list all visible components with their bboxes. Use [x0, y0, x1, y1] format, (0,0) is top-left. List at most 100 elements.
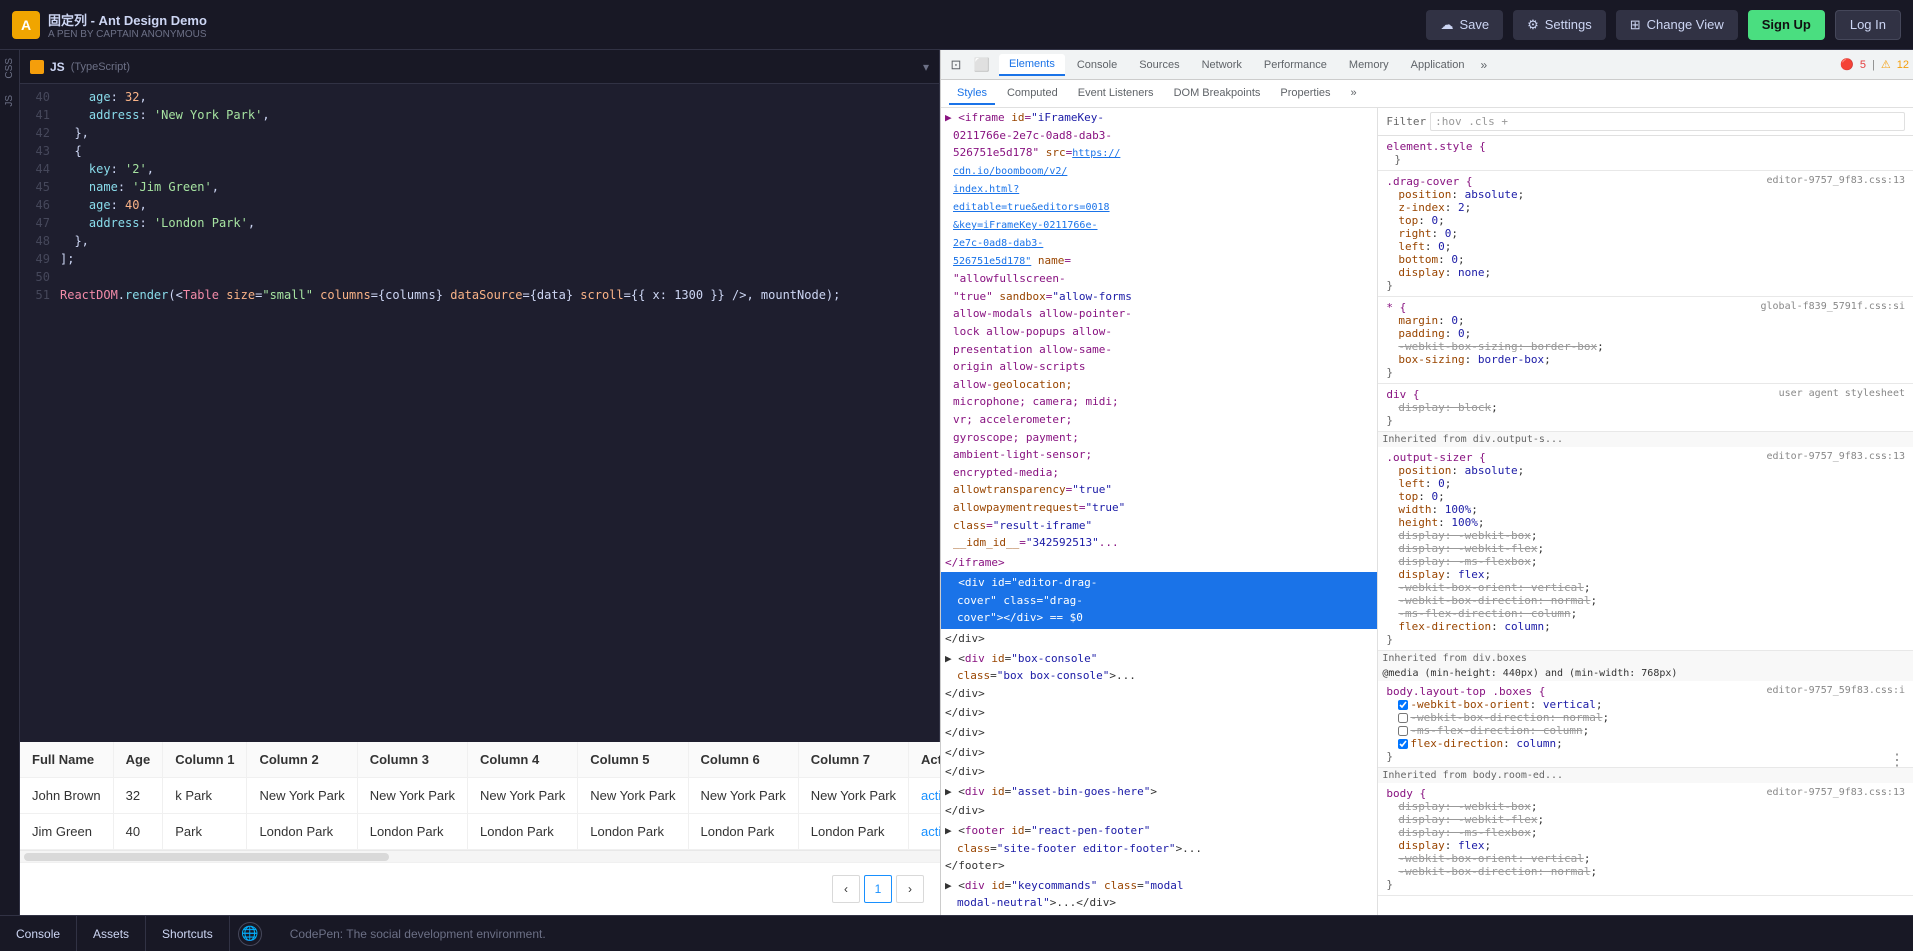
cell-col7: New York Park [798, 778, 908, 814]
dom-line[interactable]: </iframe> [941, 553, 1377, 573]
filter-input[interactable]: :hov .cls + [1430, 112, 1905, 131]
body-room-selector: body { [1386, 787, 1426, 800]
styles-source-agent: user agent stylesheet [1779, 388, 1905, 399]
cell-name: Jim Green [20, 814, 113, 850]
cell-col3: London Park [357, 814, 467, 850]
code-area[interactable]: 40 age: 32, 41 address: 'New York Park',… [20, 84, 939, 742]
js-label: JS [2, 87, 17, 115]
cell-action[interactable]: action [909, 814, 940, 850]
prev-page-button[interactable]: ‹ [832, 875, 860, 903]
devtools-responsive-button[interactable]: ⬜ [971, 54, 993, 76]
page-1-button[interactable]: 1 [864, 875, 892, 903]
col-2: Column 2 [247, 742, 357, 778]
subtab-dom-breakpoints[interactable]: DOM Breakpoints [1166, 83, 1269, 105]
code-line: 46 age: 40, [20, 196, 939, 214]
body-layout-selector: body.layout-top .boxes { [1386, 685, 1545, 698]
subtab-event-listeners[interactable]: Event Listeners [1070, 83, 1162, 105]
layout-icon: ⊞ [1630, 17, 1641, 33]
styles-div-agent: user agent stylesheet div { display: blo… [1378, 384, 1913, 432]
filter-label: Filter [1386, 115, 1426, 128]
settings-button[interactable]: ⚙ Settings [1513, 10, 1606, 40]
next-page-button[interactable]: › [896, 875, 924, 903]
tab-performance[interactable]: Performance [1254, 55, 1337, 75]
prop-checkbox[interactable] [1398, 726, 1408, 736]
styles-source-output[interactable]: editor-9757_9f83.css:13 [1767, 451, 1905, 462]
tab-application[interactable]: Application [1401, 55, 1475, 75]
styles-source[interactable]: editor-9757_9f83.css:13 [1767, 175, 1905, 186]
dom-panel[interactable]: ▶ <iframe id="iFrameKey- 0211766e-2e7c-0… [941, 108, 1378, 915]
styles-source-global[interactable]: global-f839_5791f.css:si [1761, 301, 1906, 312]
drag-cover-selector: .drag-cover { [1386, 175, 1472, 188]
col-7: Column 7 [798, 742, 908, 778]
dom-line[interactable]: </div> [941, 723, 1377, 743]
dom-line[interactable]: </div> [941, 743, 1377, 763]
globe-icon[interactable]: 🌐 [238, 922, 262, 946]
cell-col5: London Park [578, 814, 688, 850]
code-line: 51 ReactDOM.render(<Table size="small" c… [20, 286, 939, 304]
cell-col2: London Park [247, 814, 357, 850]
dom-line[interactable]: ▶ <div id="box-console" class="box box-c… [941, 649, 1377, 704]
tab-elements[interactable]: Elements [999, 54, 1065, 76]
save-button[interactable]: ☁ Save [1426, 10, 1503, 40]
scroll-thumb[interactable] [24, 853, 389, 861]
cell-name: John Brown [20, 778, 113, 814]
dom-line[interactable]: ▶ <div id="keycommands" class="modal mod… [941, 876, 1377, 913]
tab-memory[interactable]: Memory [1339, 55, 1399, 75]
styles-source-body[interactable]: editor-9757_59f83.css:i [1767, 685, 1905, 696]
assets-tab[interactable]: Assets [77, 916, 146, 951]
login-button[interactable]: Log In [1835, 10, 1901, 40]
table-wrapper[interactable]: Full Name Age Column 1 Column 2 Column 3… [20, 742, 940, 850]
tab-network[interactable]: Network [1192, 55, 1252, 75]
subtab-more[interactable]: » [1343, 83, 1365, 105]
inherited-from-boxes: Inherited from div.boxes [1378, 651, 1913, 666]
dom-line[interactable]: </div> [941, 801, 1377, 821]
action-link[interactable]: action [921, 788, 940, 803]
action-link[interactable]: action [921, 824, 940, 839]
dom-line[interactable]: ▶ <iframe id="iFrameKey- 0211766e-2e7c-0… [941, 108, 1377, 553]
cell-action[interactable]: action [909, 778, 940, 814]
styles-source-room[interactable]: editor-9757_9f83.css:13 [1767, 787, 1905, 798]
subtab-computed[interactable]: Computed [999, 83, 1066, 105]
subtab-styles[interactable]: Styles [949, 83, 995, 105]
more-tabs-button[interactable]: » [1476, 58, 1491, 72]
code-line: 42 }, [20, 124, 939, 142]
dom-line[interactable]: </div> [941, 762, 1377, 782]
subtab-properties[interactable]: Properties [1272, 83, 1338, 105]
scroll-track[interactable] [20, 850, 940, 862]
devtools-subtabs: Styles Computed Event Listeners DOM Brea… [941, 80, 1913, 108]
error-count: 5 [1860, 59, 1866, 71]
code-line: 50 [20, 268, 939, 286]
dom-line[interactable]: </div> [941, 703, 1377, 723]
signup-button[interactable]: Sign Up [1748, 10, 1825, 40]
more-options-button[interactable]: ⋮ [1889, 750, 1905, 769]
app-title: 固定列 - Ant Design Demo [48, 10, 207, 29]
styles-body-layout: editor-9757_59f83.css:i body.layout-top … [1378, 681, 1913, 768]
status-text: CodePen: The social development environm… [290, 927, 546, 941]
prop-checkbox[interactable] [1398, 713, 1408, 723]
code-line: 40 age: 32, [20, 88, 939, 106]
dom-line[interactable]: </div> [941, 629, 1377, 649]
editor-collapse-button[interactable]: ▾ [923, 60, 929, 74]
console-tab[interactable]: Console [0, 916, 77, 951]
tab-sources[interactable]: Sources [1129, 55, 1189, 75]
gear-icon: ⚙ [1527, 17, 1539, 33]
divider: | [1872, 59, 1875, 71]
dom-line[interactable]: ▶ <div id="asset-bin-goes-here"> [941, 782, 1377, 802]
code-line: 41 address: 'New York Park', [20, 106, 939, 124]
dom-line-selected[interactable]: <div id="editor-drag- cover" class="drag… [941, 572, 1377, 629]
logo-text: 固定列 - Ant Design Demo A PEN BY CAPTAIN A… [48, 10, 207, 40]
cell-col1: k Park [163, 778, 247, 814]
prop-checkbox[interactable] [1398, 739, 1408, 749]
col-fullname: Full Name [20, 742, 113, 778]
col-4: Column 4 [467, 742, 577, 778]
changeview-button[interactable]: ⊞ Change View [1616, 10, 1738, 40]
devtools-body: ▶ <iframe id="iFrameKey- 0211766e-2e7c-0… [941, 108, 1913, 915]
shortcuts-tab[interactable]: Shortcuts [146, 916, 230, 951]
inherited-from-room: Inherited from body.room-ed... [1378, 768, 1913, 783]
styles-prop: position: absolute; [1386, 188, 1905, 201]
tab-console[interactable]: Console [1067, 55, 1127, 75]
styles-panel[interactable]: Filter :hov .cls + element.style { } edi… [1378, 108, 1913, 915]
dom-line[interactable]: ▶ <footer id="react-pen-footer" class="s… [941, 821, 1377, 876]
devtools-inspect-button[interactable]: ⊡ [945, 54, 967, 76]
prop-checkbox[interactable] [1398, 700, 1408, 710]
